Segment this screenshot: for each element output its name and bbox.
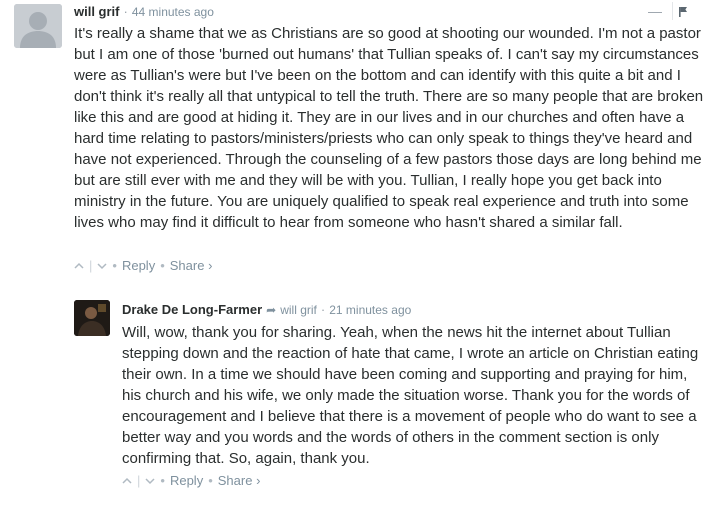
actions-separator: • [160, 473, 165, 488]
avatar[interactable] [74, 300, 110, 336]
avatar[interactable] [14, 4, 62, 48]
chevron-down-icon [145, 478, 155, 485]
downvote-button[interactable] [145, 474, 155, 488]
header-separator: · [320, 302, 326, 317]
comment-timestamp[interactable]: 21 minutes ago [329, 303, 411, 317]
comment-author[interactable]: will grif [74, 4, 120, 19]
chevron-up-icon [122, 477, 132, 484]
user-photo-icon [74, 300, 110, 336]
downvote-button[interactable] [97, 259, 107, 273]
chevron-down-icon [97, 263, 107, 270]
flag-icon [679, 6, 687, 17]
reply-to-user[interactable]: will grif [280, 303, 317, 317]
actions-separator: • [160, 258, 165, 273]
share-link[interactable]: Share › [218, 473, 261, 488]
comment-timestamp[interactable]: 44 minutes ago [132, 5, 214, 19]
chevron-up-icon [74, 262, 84, 269]
actions-separator: • [208, 473, 213, 488]
share-link[interactable]: Share › [170, 258, 213, 273]
reply-arrow-icon: ➦ [266, 303, 277, 317]
vote-divider: | [137, 473, 141, 488]
upvote-button[interactable] [74, 259, 84, 273]
comment-header: Drake De Long-Farmer ➦ will grif · 21 minute… [122, 302, 411, 317]
comment-header: will grif · 44 minutes ago [74, 4, 214, 19]
upvote-button[interactable] [122, 474, 132, 488]
vote-divider: | [89, 258, 93, 273]
flag-button[interactable] [672, 2, 693, 20]
reply-link[interactable]: Reply [122, 258, 155, 273]
actions-separator: • [112, 258, 117, 273]
comment-author[interactable]: Drake De Long-Farmer [122, 302, 262, 317]
collapse-button[interactable]: — [648, 4, 662, 18]
comment-actions: | • Reply • Share › [122, 473, 260, 488]
reply-link[interactable]: Reply [170, 473, 203, 488]
default-avatar-icon [14, 4, 62, 48]
header-separator: · [123, 4, 128, 19]
comment-body: It's really a shame that we as Christian… [74, 25, 704, 231]
comment-actions: | • Reply • Share › [74, 258, 212, 273]
comment-body: Will, wow, thank you for sharing. Yeah, … [122, 324, 699, 467]
